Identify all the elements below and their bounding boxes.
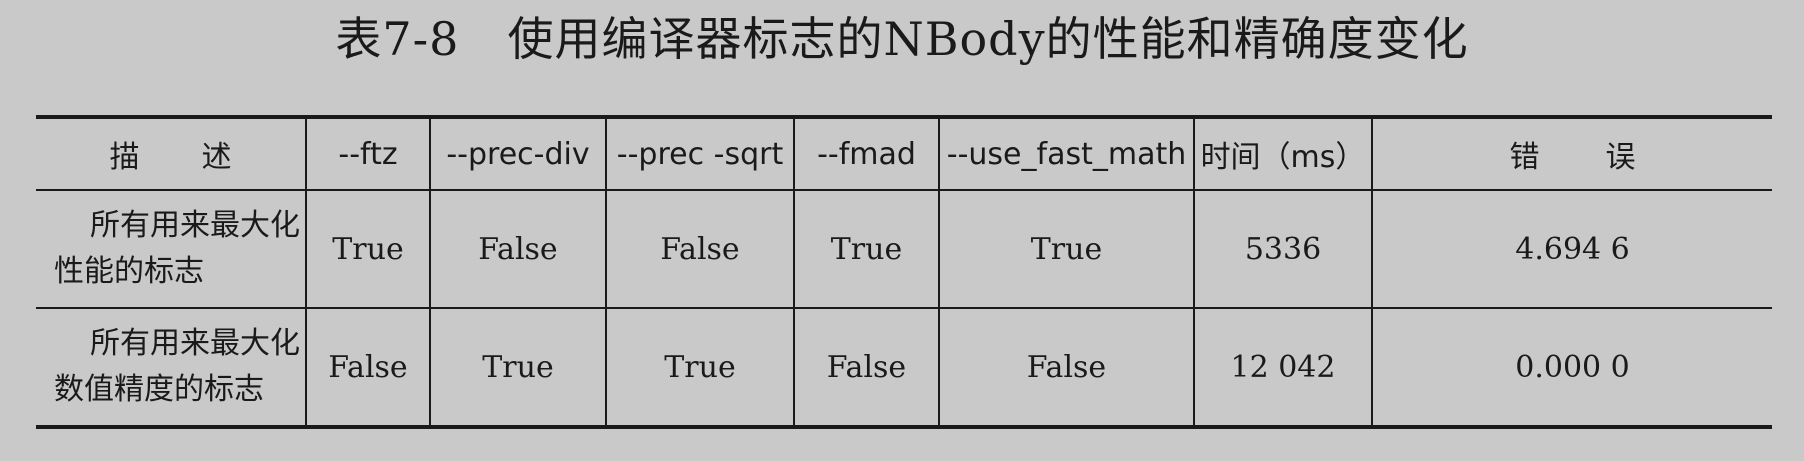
table-caption: 表7-8 使用编译器标志的NBody的性能和精确度变化 (0, 10, 1804, 68)
row-description-line1: 所有用来最大化 (90, 208, 300, 243)
cell-error: 4.694 6 (1372, 190, 1772, 309)
header-fmad: --fmad (794, 117, 940, 191)
header-error: 错误 (1372, 117, 1772, 191)
cell-prec-sqrt: False (606, 190, 795, 309)
cell-use-fast-math: False (939, 308, 1195, 427)
header-prec-sqrt: --prec -sqrt (606, 117, 795, 191)
header-row: 描述 --ftz --prec-div --prec -sqrt --fmad … (36, 117, 1772, 191)
caption-number: 表7-8 (335, 12, 460, 66)
table-row: 所有用来最大化 数值精度的标志 False True True False Fa… (36, 308, 1772, 427)
header-time-ms: 时间（ms） (1194, 117, 1373, 191)
row-description-line1: 所有用来最大化 (90, 326, 300, 361)
cell-ftz: False (306, 308, 431, 427)
header-prec-div: --prec-div (430, 117, 607, 191)
header-use-fast-math: --use_fast_math (939, 117, 1195, 191)
cell-use-fast-math: True (939, 190, 1195, 309)
row-description-line2: 数值精度的标志 (54, 372, 264, 407)
cell-error: 0.000 0 (1515, 349, 1630, 385)
row-description: 所有用来最大化 数值精度的标志 (36, 308, 307, 427)
cell-time-ms: 5336 (1194, 190, 1373, 309)
cell-ftz: True (306, 190, 431, 309)
table-row: 所有用来最大化 性能的标志 True False False True True… (36, 190, 1772, 309)
cell-time-ms: 12 042 (1194, 308, 1373, 427)
row-description: 所有用来最大化 性能的标志 (36, 190, 307, 309)
flags-comparison-table: 描述 --ftz --prec-div --prec -sqrt --fmad … (36, 115, 1772, 429)
caption-title: 使用编译器标志的NBody的性能和精确度变化 (507, 12, 1469, 66)
cell-fmad: True (794, 190, 940, 309)
header-ftz: --ftz (306, 117, 431, 191)
row-description-line2: 性能的标志 (54, 254, 204, 289)
cell-prec-div: True (430, 308, 607, 427)
cell-prec-div: False (430, 190, 607, 309)
header-description: 描述 (36, 117, 307, 191)
cell-prec-sqrt: True (606, 308, 795, 427)
cell-fmad: False (794, 308, 940, 427)
